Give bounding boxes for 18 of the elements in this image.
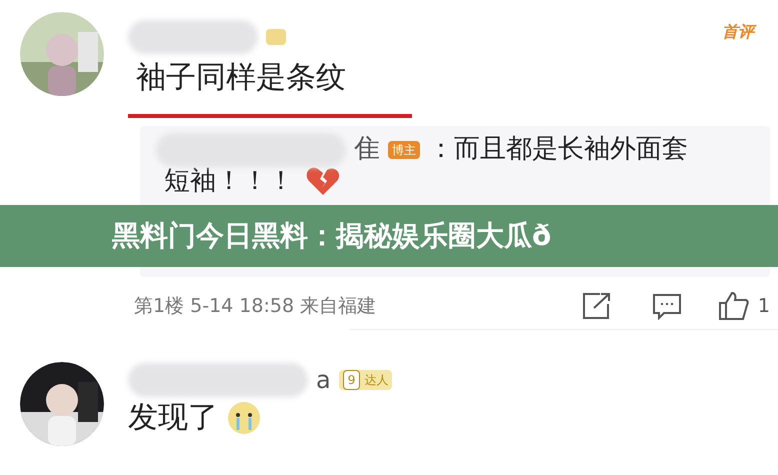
author-badge: 博主 [388, 140, 420, 158]
user-name: a [316, 365, 331, 396]
reply-text: 短袖！！！ [164, 165, 294, 197]
comment-text: 袖子同样是条纹 [136, 59, 347, 97]
like-count: 1 [758, 294, 770, 319]
reply-text: ：而且都是长袖外面套 [428, 133, 688, 166]
level-badge: 9 达人 [338, 370, 392, 390]
comment-text: 发现了 [128, 399, 218, 437]
comment-icon[interactable] [652, 292, 682, 320]
reply-author: 隹 [354, 133, 380, 166]
like-icon[interactable] [718, 291, 750, 321]
share-icon[interactable] [582, 292, 612, 320]
banner-title: 黑料门今日黑料：揭秘娱乐圈大瓜ð [112, 218, 552, 254]
comment-meta: 第1楼 5-14 18:58 来自福建 [134, 294, 376, 319]
broken-heart-icon [306, 166, 340, 196]
user-badge [266, 29, 286, 45]
crying-face-icon [226, 400, 262, 436]
first-comment-label: 首评 [722, 20, 754, 44]
